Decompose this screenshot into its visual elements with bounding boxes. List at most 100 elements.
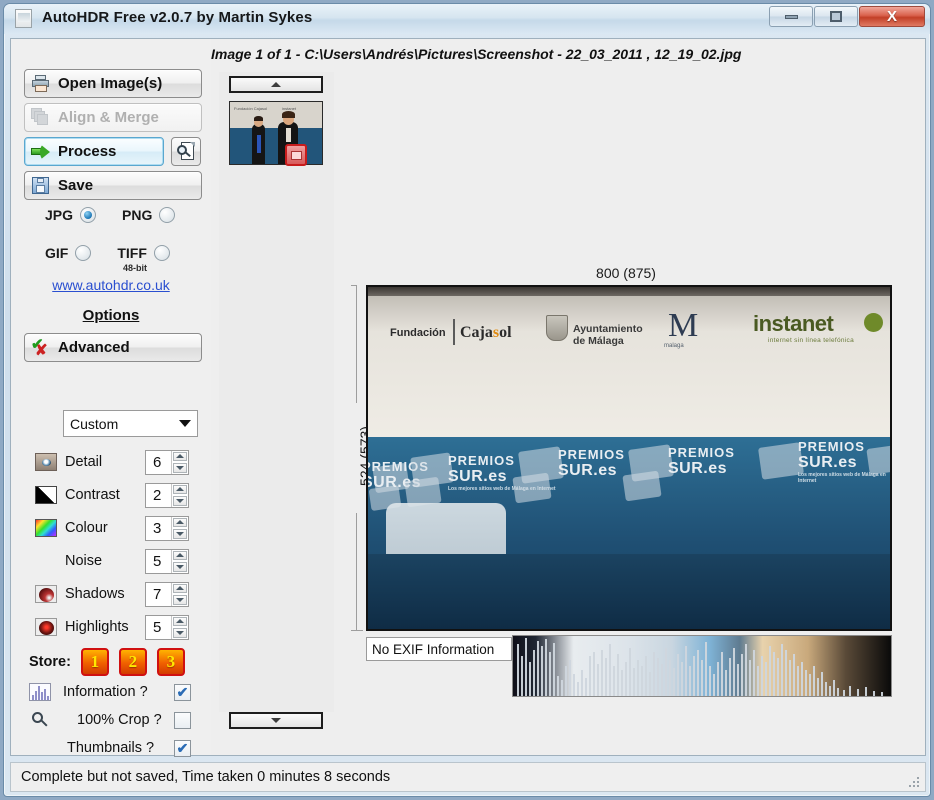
colour-stepper[interactable]: 3 bbox=[145, 515, 189, 541]
layers-icon bbox=[31, 108, 51, 127]
format-gif[interactable]: GIF bbox=[45, 245, 92, 261]
adjustment-shadows-label: Shadows bbox=[65, 586, 125, 602]
check-cross-icon: ✔ ✘ bbox=[31, 336, 48, 359]
options-heading: Options bbox=[82, 307, 140, 324]
thumbnail-scroll-up-button[interactable] bbox=[229, 76, 323, 93]
format-jpg-radio[interactable] bbox=[80, 207, 97, 223]
store-slot-3[interactable]: 3 bbox=[156, 648, 185, 676]
maximize-button[interactable] bbox=[814, 6, 858, 27]
eye-icon bbox=[35, 453, 57, 471]
shadows-stepper[interactable]: 7 bbox=[145, 581, 189, 607]
logo-instanet-sub: internet sin línea telefónica bbox=[768, 337, 855, 344]
detail-stepper[interactable]: 6 bbox=[145, 449, 189, 475]
contrast-icon bbox=[35, 486, 57, 504]
thumbnail-scroll-down-button[interactable] bbox=[229, 712, 323, 729]
contrast-stepper[interactable]: 2 bbox=[145, 482, 189, 508]
align-merge-button[interactable]: Align & Merge bbox=[24, 103, 202, 132]
app-window: AutoHDR Free v2.0.7 by Martin Sykes X Op… bbox=[3, 3, 931, 797]
store-slot-1[interactable]: 1 bbox=[80, 648, 109, 676]
close-button[interactable]: X bbox=[859, 6, 925, 27]
format-png[interactable]: PNG bbox=[122, 207, 176, 223]
adjustment-shadows: Shadows 7 bbox=[11, 579, 211, 609]
window-controls: X bbox=[769, 6, 925, 27]
shadows-increment[interactable] bbox=[173, 583, 187, 593]
advanced-button[interactable]: ✔ ✘ Advanced bbox=[24, 333, 202, 362]
contrast-decrement[interactable] bbox=[173, 496, 187, 506]
adjustment-noise-label: Noise bbox=[65, 553, 103, 569]
colour-value: 3 bbox=[153, 519, 162, 537]
format-tiff-radio[interactable] bbox=[153, 245, 170, 261]
format-png-radio[interactable] bbox=[159, 207, 176, 223]
highlights-increment[interactable] bbox=[173, 616, 187, 626]
preset-select[interactable]: Custom bbox=[63, 410, 198, 437]
exif-text: No EXIF Information bbox=[372, 641, 495, 657]
height-ruler: 524 (573) bbox=[347, 283, 373, 631]
format-tiff[interactable]: TIFF bbox=[117, 245, 170, 261]
detail-decrement[interactable] bbox=[173, 463, 187, 473]
histogram-icon bbox=[29, 683, 51, 701]
preset-value: Custom bbox=[70, 415, 119, 432]
premios-logo-2: PREMIOS SUR.es bbox=[558, 447, 625, 479]
option-information-checkbox[interactable] bbox=[174, 683, 191, 701]
adjustment-detail: Detail 6 bbox=[11, 447, 211, 477]
format-tiff-label: TIFF bbox=[117, 245, 147, 261]
adjustment-colour: Colour 3 bbox=[11, 513, 211, 543]
tiff-bitdepth-note: 48-bit bbox=[123, 263, 148, 273]
adjustment-highlights: Highlights 5 bbox=[11, 612, 211, 642]
highlight-sphere-icon bbox=[35, 618, 57, 636]
shadows-decrement[interactable] bbox=[173, 595, 187, 605]
preview-button[interactable] bbox=[171, 137, 201, 166]
thumbnail-item[interactable]: Fundación Cajasol instanet bbox=[229, 101, 323, 165]
format-gif-radio[interactable] bbox=[75, 245, 92, 261]
format-png-label: PNG bbox=[122, 207, 153, 223]
close-icon: X bbox=[886, 8, 897, 25]
detail-increment[interactable] bbox=[173, 451, 187, 461]
noise-icon-placeholder bbox=[35, 552, 57, 570]
minimize-icon bbox=[784, 14, 798, 19]
open-images-label: Open Image(s) bbox=[58, 75, 163, 92]
advanced-label: Advanced bbox=[58, 339, 130, 356]
store-slot-2[interactable]: 2 bbox=[118, 648, 147, 676]
adjustment-detail-label: Detail bbox=[65, 454, 103, 470]
window-title: AutoHDR Free v2.0.7 by Martin Sykes bbox=[42, 9, 313, 26]
website-link[interactable]: www.autohdr.co.uk bbox=[11, 277, 211, 293]
noise-stepper[interactable]: 5 bbox=[145, 548, 189, 574]
noise-decrement[interactable] bbox=[173, 562, 187, 572]
preview-magnifier-icon bbox=[176, 141, 196, 162]
open-images-button[interactable]: Open Image(s) bbox=[24, 69, 202, 98]
resize-grip-icon[interactable] bbox=[907, 775, 919, 787]
option-thumbnails: Thumbnails ? bbox=[11, 734, 211, 762]
highlights-decrement[interactable] bbox=[173, 628, 187, 638]
minimize-button[interactable] bbox=[769, 6, 813, 27]
green-arrow-icon bbox=[31, 142, 51, 161]
option-thumbnails-checkbox[interactable] bbox=[174, 739, 191, 757]
image-path-text: Image 1 of 1 - C:\Users\Andrés\Pictures\… bbox=[211, 46, 742, 62]
noise-increment[interactable] bbox=[173, 550, 187, 560]
contrast-increment[interactable] bbox=[173, 484, 187, 494]
option-crop-checkbox[interactable] bbox=[174, 711, 191, 729]
malaga-crest-icon bbox=[546, 315, 568, 341]
image-preview[interactable]: Fundación Cajasol Ayuntamiento de Málaga… bbox=[366, 285, 892, 631]
logo-m-sub: malaga bbox=[664, 343, 684, 349]
store-row: Store: 1 2 3 bbox=[11, 647, 211, 677]
format-jpg[interactable]: JPG bbox=[45, 207, 97, 223]
save-button[interactable]: Save bbox=[24, 171, 202, 200]
format-gif-label: GIF bbox=[45, 245, 69, 261]
colour-increment[interactable] bbox=[173, 517, 187, 527]
unsaved-disk-badge-icon bbox=[285, 144, 307, 166]
adjustment-noise: Noise 5 bbox=[11, 546, 211, 576]
option-crop-label: 100% Crop ? bbox=[77, 712, 162, 728]
highlights-stepper[interactable]: 5 bbox=[145, 614, 189, 640]
exif-info-box: No EXIF Information bbox=[366, 637, 512, 661]
title-bar[interactable]: AutoHDR Free v2.0.7 by Martin Sykes X bbox=[4, 4, 930, 34]
option-information: Information ? bbox=[11, 678, 211, 706]
adjustment-contrast: Contrast 2 bbox=[11, 480, 211, 510]
colour-decrement[interactable] bbox=[173, 529, 187, 539]
maximize-icon bbox=[830, 11, 842, 22]
width-ruler: 800 (875) bbox=[357, 265, 895, 283]
shadow-sphere-icon bbox=[35, 585, 57, 603]
status-bar: Complete but not saved, Time taken 0 min… bbox=[10, 762, 926, 792]
adjustment-highlights-label: Highlights bbox=[65, 619, 129, 635]
noise-value: 5 bbox=[153, 552, 162, 570]
process-button[interactable]: Process bbox=[24, 137, 164, 166]
